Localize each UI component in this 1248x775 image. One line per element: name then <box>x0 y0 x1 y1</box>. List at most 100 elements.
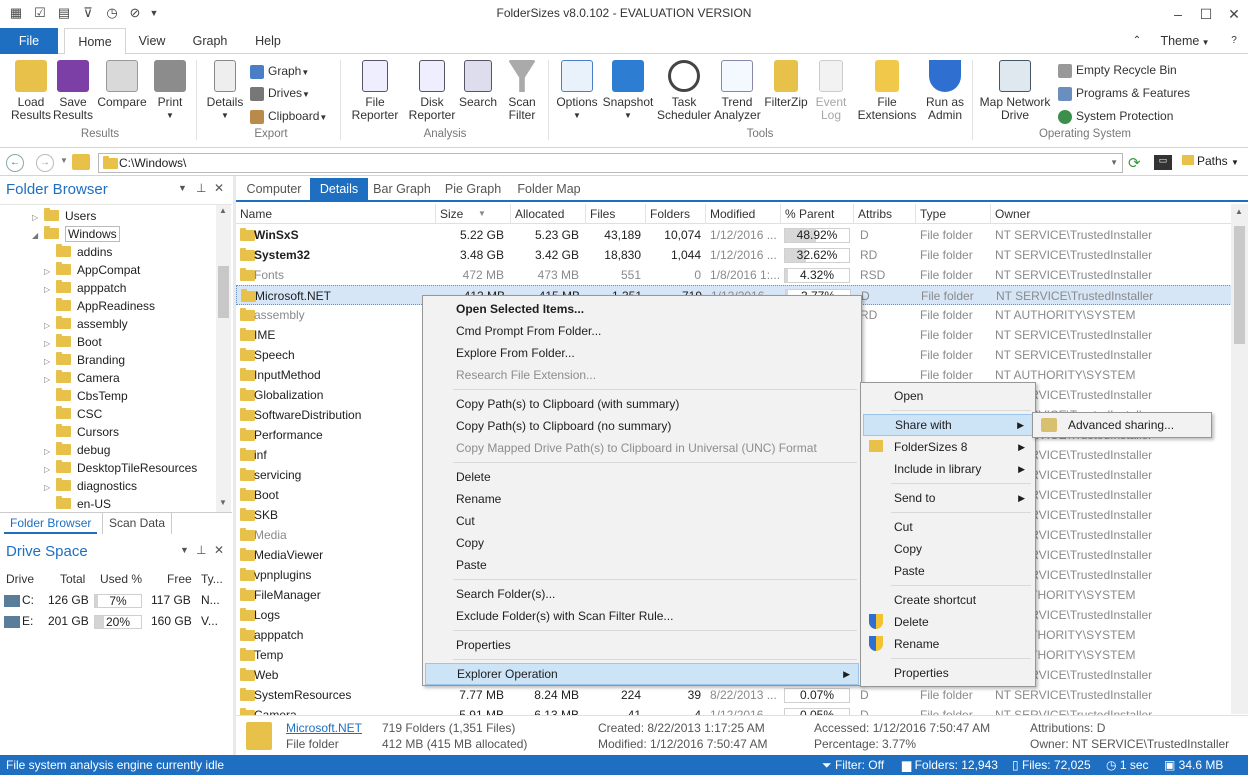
tab-computer[interactable]: Computer <box>240 178 308 200</box>
explorer-menu-item[interactable]: Share with ▶ <box>863 414 1033 436</box>
explorer-menu-item[interactable]: Cut <box>863 516 1033 538</box>
explorer-menu-item[interactable]: FolderSizes 8 ▶ <box>863 436 1033 458</box>
help-icon[interactable]: ? <box>1224 28 1244 54</box>
empty-recycle-bin-button[interactable]: Empty Recycle Bin <box>1058 61 1177 79</box>
panel-dropdown-icon[interactable]: ▼ <box>178 183 187 193</box>
tree-item[interactable]: ▷ Branding <box>44 351 125 369</box>
tree-item[interactable]: CSC <box>44 405 102 423</box>
minimize-button[interactable]: – <box>1164 4 1192 24</box>
clipboard-menu[interactable]: Clipboard▼ <box>250 107 327 125</box>
options-button[interactable]: Options ▼ <box>554 60 600 122</box>
snapshot-button[interactable]: Snapshot ▼ <box>602 60 654 122</box>
col-attribs[interactable]: Attribs <box>854 204 916 224</box>
tree-item[interactable]: CbsTemp <box>44 387 128 405</box>
list-scroll-thumb[interactable] <box>1234 226 1245 344</box>
tree-item[interactable]: ▷ diagnostics <box>44 477 137 495</box>
tab-view[interactable]: View <box>132 28 172 54</box>
tab-home[interactable]: Home <box>64 28 126 55</box>
col-owner[interactable]: Owner <box>991 204 1232 224</box>
panel-close-icon[interactable]: ✕ <box>214 181 224 195</box>
context-menu-item[interactable]: Open Selected Items... <box>425 298 859 320</box>
context-menu-item[interactable]: Cut <box>425 510 859 532</box>
system-protection-button[interactable]: System Protection <box>1058 107 1173 125</box>
tab-details[interactable]: Details <box>310 178 368 200</box>
context-menu-item[interactable]: Research File Extension... <box>425 364 859 386</box>
back-button[interactable]: ← <box>6 154 24 172</box>
context-menu-item[interactable]: Rename <box>425 488 859 510</box>
col-total[interactable]: Total <box>60 572 85 586</box>
context-menu-item[interactable]: Cmd Prompt From Folder... <box>425 320 859 342</box>
advanced-sharing-item[interactable]: Advanced sharing... <box>1035 414 1209 436</box>
pin-icon[interactable]: ⊥ <box>196 181 206 195</box>
tab-bar-graph[interactable]: Bar Graph <box>370 178 434 200</box>
tree-item[interactable]: ▷ Users <box>32 207 96 225</box>
tab-folder-browser[interactable]: Folder Browser <box>4 513 98 534</box>
context-menu-item[interactable]: Copy <box>425 532 859 554</box>
tree-item[interactable]: ▷ DesktopTileResources <box>44 459 197 477</box>
tab-folder-map[interactable]: Folder Map <box>514 178 584 200</box>
context-menu-item[interactable]: Explorer Operation ▶ <box>425 663 859 685</box>
tab-pie-graph[interactable]: Pie Graph <box>442 178 504 200</box>
file-extensions-button[interactable]: File Extensions <box>852 60 922 122</box>
load-results-button[interactable]: Load Results <box>8 60 54 122</box>
scroll-up-icon[interactable]: ▲ <box>219 206 227 215</box>
programs-features-button[interactable]: Programs & Features <box>1058 84 1190 102</box>
close-button[interactable]: ✕ <box>1220 4 1248 24</box>
tree-item[interactable]: ▷ AppCompat <box>44 261 140 279</box>
details-button[interactable]: Details ▼ <box>204 60 246 122</box>
explorer-menu-item[interactable]: Create shortcut <box>863 589 1033 611</box>
scan-filter-button[interactable]: Scan Filter <box>502 60 542 122</box>
tab-help[interactable]: Help <box>248 28 288 54</box>
tree-item[interactable]: Cursors <box>44 423 119 441</box>
refresh-icon[interactable]: ⟳ <box>1128 154 1141 172</box>
table-row[interactable]: WinSxS 5.22 GB 5.23 GB 43,189 10,074 1/12/201… <box>236 225 1232 245</box>
graph-menu[interactable]: Graph▼ <box>250 62 309 80</box>
tree-item[interactable]: ▷ assembly <box>44 315 128 333</box>
drive-panel-dropdown-icon[interactable]: ▼ <box>180 545 189 555</box>
context-menu-item[interactable]: Properties <box>425 634 859 656</box>
col-allocated[interactable]: Allocated <box>511 204 586 224</box>
disk-reporter-button[interactable]: Disk Reporter <box>408 60 456 122</box>
table-row[interactable]: SystemResources 7.77 MB 8.24 MB 224 39 8/22/2… <box>236 685 1232 705</box>
explorer-menu-item[interactable]: Paste <box>863 560 1033 582</box>
summary-folder-link[interactable]: Microsoft.NET <box>286 721 362 735</box>
print-button[interactable]: Print ▼ <box>150 60 190 122</box>
context-menu-item[interactable]: Paste <box>425 554 859 576</box>
context-menu-item[interactable]: Copy Path(s) to Clipboard (with summary) <box>425 393 859 415</box>
cmd-icon[interactable]: ▭ <box>1154 155 1172 170</box>
parent-folder-button[interactable] <box>72 154 90 170</box>
tree-scroll-thumb[interactable] <box>218 266 229 318</box>
col-drive[interactable]: Drive <box>6 572 34 586</box>
context-menu-item[interactable]: Search Folder(s)... <box>425 583 859 605</box>
scroll-down-icon[interactable]: ▼ <box>219 498 227 507</box>
tab-graph[interactable]: Graph <box>186 28 234 54</box>
drives-menu[interactable]: Drives▼ <box>250 84 310 102</box>
context-menu-item[interactable]: Explore From Folder... <box>425 342 859 364</box>
table-row[interactable]: System32 3.48 GB 3.42 GB 18,830 1,044 1/12/20… <box>236 245 1232 265</box>
explorer-menu-item[interactable]: Properties <box>863 662 1033 684</box>
explorer-menu-item[interactable]: Include in library ▶ <box>863 458 1033 480</box>
trend-analyzer-button[interactable]: Trend Analyzer <box>714 60 761 122</box>
col-modified[interactable]: Modified <box>706 204 781 224</box>
tab-file[interactable]: File <box>0 28 58 54</box>
context-menu-item[interactable]: Copy Path(s) to Clipboard (no summary) <box>425 415 859 437</box>
col-free[interactable]: Free <box>167 572 192 586</box>
event-log-button[interactable]: Event Log <box>812 60 850 122</box>
table-row[interactable]: Fonts 472 MB 473 MB 551 0 1/8/2016 1:... 4.32%… <box>236 265 1232 285</box>
maximize-button[interactable]: ☐ <box>1192 4 1220 24</box>
tree-item[interactable]: ▷ Camera <box>44 369 120 387</box>
task-scheduler-button[interactable]: Task Scheduler <box>656 60 712 122</box>
tree-item[interactable]: AppReadiness <box>44 297 155 315</box>
tree-item[interactable]: ▷ debug <box>44 441 110 459</box>
tree-item[interactable]: addins <box>44 243 112 261</box>
run-as-admin-button[interactable]: Run as Admin <box>924 60 966 122</box>
search-button[interactable]: Search <box>458 60 498 109</box>
compare-button[interactable]: Compare <box>96 60 148 109</box>
explorer-menu-item[interactable]: Send to ▶ <box>863 487 1033 509</box>
file-reporter-button[interactable]: File Reporter <box>346 60 404 122</box>
explorer-menu-item[interactable]: Delete <box>863 611 1033 633</box>
tree-item[interactable]: ▷ Boot <box>44 333 102 351</box>
tree-item[interactable]: en-US <box>44 495 111 512</box>
col-name[interactable]: Name <box>236 204 436 224</box>
forward-button[interactable]: → <box>36 154 54 172</box>
